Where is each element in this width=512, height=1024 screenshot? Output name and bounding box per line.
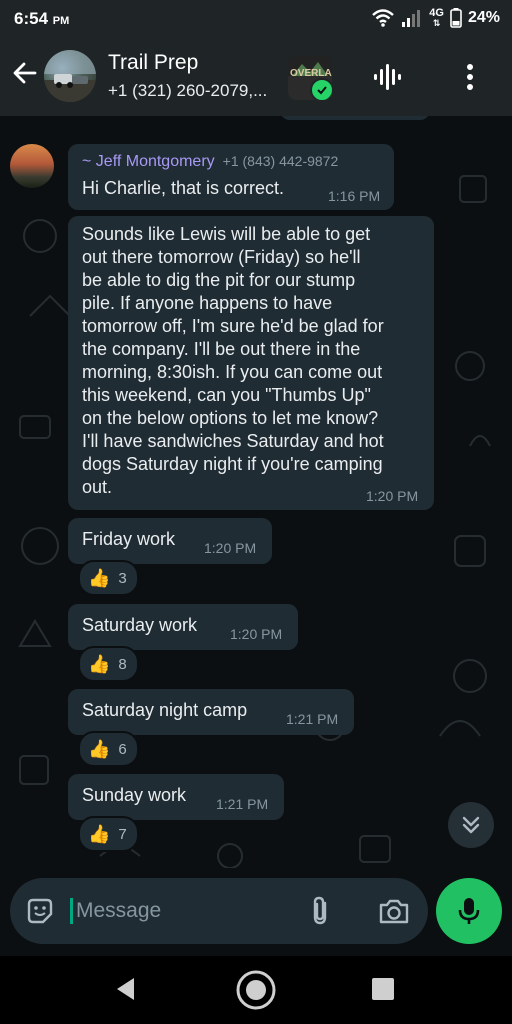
battery-percent: 24% bbox=[467, 9, 500, 26]
more-options-button[interactable] bbox=[452, 58, 488, 96]
verified-check-icon bbox=[310, 78, 332, 100]
sender-phone[interactable]: +1 (843) 442-9872 bbox=[223, 153, 339, 169]
message-time: 1:20 PM bbox=[230, 626, 283, 642]
thumbs-up-icon: 👍 bbox=[88, 738, 111, 759]
thumbs-up-icon: 👍 bbox=[88, 567, 111, 588]
paperclip-icon bbox=[313, 896, 327, 925]
camera-icon bbox=[379, 899, 409, 924]
community-badge-text: OVERLAND bbox=[290, 68, 332, 79]
sender-name[interactable]: ~ Jeff Montgomery bbox=[82, 153, 215, 170]
message-line: morning, 8:30ish. If you can come out bbox=[82, 362, 383, 382]
chat-title[interactable]: Trail Prep bbox=[108, 51, 198, 75]
sticker-icon bbox=[27, 898, 53, 924]
message-line: tomorrow off, I'm sure he'd be glad for bbox=[82, 316, 384, 336]
message-line: be able to dig the pit for our stump bbox=[82, 270, 356, 290]
message-time: 1:21 PM bbox=[216, 796, 269, 812]
status-time-value: 6:54 bbox=[14, 9, 49, 28]
status-icons: 4G ⇅ 24% bbox=[371, 6, 500, 30]
poll-option-text: Saturday night camp bbox=[82, 700, 248, 720]
audio-waveform-icon bbox=[374, 64, 401, 90]
chat-messages[interactable]: ~ Jeff Montgomery +1 (843) 442-9872 Hi Ch… bbox=[0, 116, 512, 868]
checkmark-icon bbox=[317, 86, 327, 95]
message-bubble[interactable]: ~ Jeff Montgomery +1 (843) 442-9872 Hi Ch… bbox=[68, 144, 394, 210]
message-text: Hi Charlie, that is correct. bbox=[82, 178, 285, 198]
message-line: this weekend, can you "Thumbs Up" bbox=[82, 385, 371, 405]
message-line: on the below options to let me know? bbox=[82, 408, 379, 428]
attach-button[interactable] bbox=[304, 894, 336, 928]
reaction-count: 7 bbox=[118, 825, 127, 843]
voice-message-button[interactable] bbox=[436, 878, 502, 944]
message-time: 1:16 PM bbox=[328, 188, 381, 204]
reaction-badge[interactable]: 👍 8 bbox=[78, 646, 139, 682]
nav-home-icon[interactable] bbox=[234, 968, 278, 1012]
wifi-icon bbox=[372, 9, 395, 27]
battery-icon bbox=[450, 8, 462, 28]
reaction-count: 6 bbox=[118, 740, 127, 758]
poll-option-friday-work[interactable]: Friday work 1:20 PM bbox=[68, 518, 272, 564]
mic-icon bbox=[458, 898, 480, 924]
poll-option-text: Sunday work bbox=[82, 785, 187, 805]
message-bubble-long[interactable]: Sounds like Lewis will be able to get ou… bbox=[68, 216, 434, 510]
chat-participants[interactable]: +1 (321) 260-2079,... bbox=[108, 81, 267, 101]
message-input[interactable] bbox=[76, 896, 296, 926]
more-vertical-icon bbox=[467, 64, 473, 90]
nav-recents-icon[interactable] bbox=[372, 978, 394, 1000]
voice-chat-button[interactable] bbox=[368, 58, 406, 96]
back-button[interactable] bbox=[8, 56, 42, 90]
reaction-badge[interactable]: 👍 6 bbox=[78, 731, 139, 767]
camera-button[interactable] bbox=[376, 894, 412, 928]
network-type: 4G ⇅ bbox=[429, 8, 444, 29]
previous-message-fragment bbox=[280, 116, 430, 120]
message-line: dogs Saturday night if you're camping bbox=[82, 454, 383, 474]
message-time: 1:20 PM bbox=[366, 488, 419, 504]
sticker-button[interactable] bbox=[24, 895, 56, 927]
nav-back-icon[interactable] bbox=[112, 974, 142, 1004]
message-line: I'll have sandwiches Saturday and hot bbox=[82, 431, 384, 451]
reaction-badge[interactable]: 👍 3 bbox=[78, 560, 139, 596]
arrow-left-icon bbox=[13, 62, 37, 84]
poll-option-text: Saturday work bbox=[82, 615, 198, 635]
message-line: Sounds like Lewis will be able to get bbox=[82, 224, 371, 244]
reaction-badge[interactable]: 👍 7 bbox=[78, 816, 139, 852]
reaction-count: 8 bbox=[118, 655, 127, 673]
system-navigation-bar bbox=[0, 956, 512, 1024]
message-compose-box[interactable] bbox=[10, 878, 428, 944]
message-line: out there tomorrow (Friday) so he'll bbox=[82, 247, 361, 267]
status-time-ampm: PM bbox=[52, 15, 70, 27]
chat-header: Trail Prep +1 (321) 260-2079,... OVERLAN… bbox=[0, 36, 512, 116]
message-time: 1:20 PM bbox=[204, 540, 257, 556]
community-badge[interactable]: OVERLAND bbox=[288, 56, 332, 100]
thumbs-up-icon: 👍 bbox=[88, 653, 111, 674]
group-photo-icon bbox=[44, 50, 96, 102]
poll-option-saturday-work[interactable]: Saturday work 1:20 PM bbox=[68, 604, 298, 650]
message-line: pile. If anyone happens to have bbox=[82, 293, 333, 313]
sender-line: ~ Jeff Montgomery +1 (843) 442-9872 bbox=[82, 153, 338, 171]
message-text-long: Sounds like Lewis will be able to get ou… bbox=[82, 223, 422, 499]
group-avatar[interactable] bbox=[44, 50, 96, 102]
text-cursor bbox=[70, 898, 73, 924]
status-time: 6:54 PM bbox=[14, 9, 69, 29]
compose-bar bbox=[0, 868, 512, 956]
scroll-to-bottom-button[interactable] bbox=[448, 802, 494, 848]
poll-option-sunday-work[interactable]: Sunday work 1:21 PM bbox=[68, 774, 284, 820]
status-bar: 6:54 PM 4G ⇅ 24% bbox=[0, 0, 512, 36]
signal-icon bbox=[402, 10, 421, 27]
message-line: the company. I'll be out there in the bbox=[82, 339, 361, 359]
message-time: 1:21 PM bbox=[286, 711, 339, 727]
reaction-count: 3 bbox=[118, 569, 127, 587]
data-arrows-icon: ⇅ bbox=[432, 18, 441, 28]
sender-avatar[interactable] bbox=[10, 144, 54, 188]
poll-option-text: Friday work bbox=[82, 529, 176, 549]
thumbs-up-icon: 👍 bbox=[88, 823, 111, 844]
poll-option-saturday-night-camp[interactable]: Saturday night camp 1:21 PM bbox=[68, 689, 354, 735]
double-chevron-down-icon bbox=[462, 816, 480, 834]
